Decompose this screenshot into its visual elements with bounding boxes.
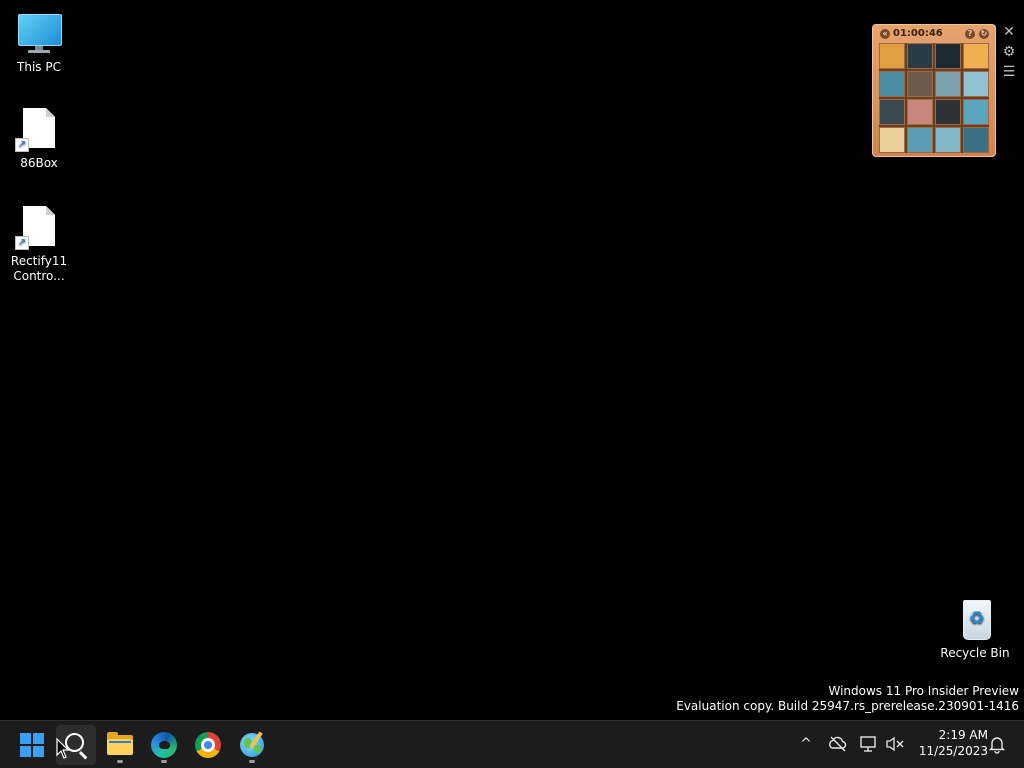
desktop: This PC ↗ 86Box ↗ Rectify11 Contro... ♻ … bbox=[0, 0, 1024, 720]
running-indicator bbox=[161, 760, 167, 763]
puzzle-tile[interactable] bbox=[963, 43, 989, 69]
puzzle-tile[interactable] bbox=[907, 71, 933, 97]
chrome-button[interactable] bbox=[188, 725, 228, 765]
gear-icon[interactable]: ⚙ bbox=[1001, 44, 1017, 60]
clock[interactable]: 2:19 AM 11/25/2023 bbox=[912, 727, 988, 763]
desktop-icon-label: Rectify11 Contro... bbox=[10, 254, 68, 283]
puzzle-timer: 01:00:46 bbox=[893, 28, 943, 39]
puzzle-titlebar: « 01:00:46 ? ↻ bbox=[877, 27, 991, 41]
menu-icon[interactable]: ☰ bbox=[1001, 64, 1017, 80]
help-icon[interactable]: ? bbox=[965, 29, 975, 39]
watermark-line-2: Evaluation copy. Build 25947.rs_prerelea… bbox=[676, 699, 1019, 713]
refresh-icon[interactable]: ↻ bbox=[979, 29, 989, 39]
desktop-icon-label: 86Box bbox=[20, 156, 58, 170]
puzzle-tile[interactable] bbox=[907, 127, 933, 153]
taskbar: ^ 2:19 AM 11/25/2023 bbox=[0, 720, 1024, 768]
puzzle-tile[interactable] bbox=[935, 99, 961, 125]
notification-bell-icon[interactable] bbox=[986, 733, 1008, 755]
recycle-bin-icon: ♻ bbox=[951, 596, 999, 644]
puzzle-tile[interactable] bbox=[935, 71, 961, 97]
running-indicator bbox=[249, 760, 255, 763]
file-explorer-button[interactable] bbox=[100, 725, 140, 765]
network-icon[interactable] bbox=[858, 733, 880, 755]
puzzle-tile[interactable] bbox=[879, 127, 905, 153]
puzzle-tile[interactable] bbox=[879, 99, 905, 125]
desktop-icon-this-pc[interactable]: This PC bbox=[1, 10, 77, 75]
desktop-icon-rectify11[interactable]: ↗ Rectify11 Contro... bbox=[1, 204, 77, 284]
globe-app-button[interactable] bbox=[232, 725, 272, 765]
desktop-icon-recycle-bin[interactable]: ♻ Recycle Bin bbox=[937, 596, 1013, 661]
puzzle-tile[interactable] bbox=[935, 43, 961, 69]
puzzle-tile[interactable] bbox=[907, 43, 933, 69]
evaluation-watermark: Windows 11 Pro Insider Preview Evaluatio… bbox=[676, 684, 1019, 714]
monitor-icon bbox=[15, 10, 63, 58]
puzzle-tile[interactable] bbox=[963, 99, 989, 125]
close-icon[interactable]: ✕ bbox=[1001, 24, 1017, 40]
puzzle-widget[interactable]: « 01:00:46 ? ↻ bbox=[872, 24, 996, 157]
clock-time: 2:19 AM bbox=[938, 728, 988, 742]
edge-button[interactable] bbox=[144, 725, 184, 765]
watermark-line-1: Windows 11 Pro Insider Preview bbox=[828, 684, 1019, 698]
puzzle-tile[interactable] bbox=[879, 43, 905, 69]
volume-muted-icon[interactable] bbox=[884, 733, 906, 755]
show-hidden-icons-chevron[interactable]: ^ bbox=[795, 733, 817, 755]
puzzle-grid[interactable] bbox=[879, 43, 989, 153]
puzzle-tile[interactable] bbox=[879, 71, 905, 97]
windows-logo-icon bbox=[20, 733, 44, 757]
back-icon[interactable]: « bbox=[880, 29, 890, 39]
file-shortcut-icon: ↗ bbox=[15, 106, 63, 154]
file-shortcut-icon: ↗ bbox=[15, 204, 63, 252]
start-button[interactable] bbox=[12, 725, 52, 765]
desktop-icon-label: This PC bbox=[17, 60, 61, 74]
cloud-offline-icon[interactable] bbox=[827, 733, 849, 755]
puzzle-tile[interactable] bbox=[963, 71, 989, 97]
clock-date: 11/25/2023 bbox=[918, 744, 988, 758]
puzzle-tile[interactable] bbox=[963, 127, 989, 153]
desktop-icon-86box[interactable]: ↗ 86Box bbox=[1, 106, 77, 171]
puzzle-tile[interactable] bbox=[907, 99, 933, 125]
mouse-cursor-icon bbox=[56, 738, 70, 759]
desktop-icon-label: Recycle Bin bbox=[940, 646, 1010, 660]
running-indicator bbox=[117, 760, 123, 763]
puzzle-tile[interactable] bbox=[935, 127, 961, 153]
